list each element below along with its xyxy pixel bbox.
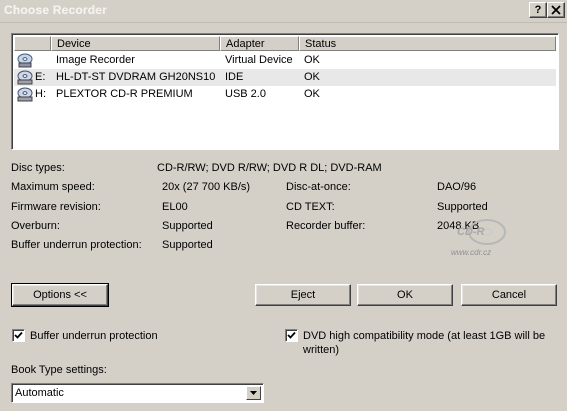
cdtext-value: Supported [437,201,488,213]
buffer-underrun-checkbox[interactable] [12,329,25,342]
device-status: OK [304,88,320,100]
device-adapter: Virtual Device [225,54,293,66]
device-adapter: IDE [225,71,244,83]
booktype-label: Book Type settings: [11,364,107,376]
watermark-text: CD-R [457,226,485,238]
eject-button[interactable]: Eject [255,284,351,306]
col-device-header[interactable]: Device [51,36,220,51]
drive-letter: H: [35,88,46,100]
max-speed-value: 20x (27 700 KB/s) [162,181,251,193]
ok-button[interactable]: OK [357,284,453,306]
firmware-label: Firmware revision: [11,201,101,213]
disc-types-label: Disc types: [11,162,65,174]
dao-value: DAO/96 [437,181,477,193]
device-status: OK [304,71,320,83]
list-item[interactable]: H: PLEXTOR CD-R PREMIUM USB 2.0 OK [14,86,556,103]
device-status: OK [304,54,320,66]
dao-label: Disc-at-once: [286,181,351,193]
col-icon-header[interactable] [14,36,51,51]
device-name: Image Recorder [56,54,135,66]
optical-drive-icon [17,87,33,102]
firmware-value: EL00 [162,201,188,213]
list-item[interactable]: E: HL-DT-ST DVDRAM GH20NS10 IDE OK [14,69,556,86]
dvd-compat-checkbox[interactable] [285,329,298,342]
drive-letter: E: [35,71,46,83]
booktype-select[interactable]: Automatic [11,383,264,403]
booktype-selected-value: Automatic [15,387,64,399]
underrun-label: Buffer underrun protection: [11,239,142,251]
close-button[interactable] [547,2,565,18]
image-recorder-icon [17,53,33,68]
col-status-header[interactable]: Status [299,36,556,51]
chevron-down-icon [250,391,257,395]
list-item[interactable]: Image Recorder Virtual Device OK [14,52,556,69]
help-button[interactable]: ? [529,2,547,18]
dvd-compat-label-line1[interactable]: DVD high compatibility mode (at least 1G… [303,330,545,342]
buffer-underrun-checkbox-label[interactable]: Buffer underrun protection [30,330,158,342]
device-name: PLEXTOR CD-R PREMIUM [56,88,193,100]
checkmark-icon [287,331,296,339]
close-icon [551,5,561,15]
optical-drive-icon [17,70,33,85]
col-adapter-header[interactable]: Adapter [220,36,299,51]
overburn-label: Overburn: [11,220,60,232]
device-name: HL-DT-ST DVDRAM GH20NS10 [56,71,216,83]
buffer-label: Recorder buffer: [286,220,366,232]
title-bar: Choose Recorder ? [0,0,567,23]
list-header: Device Adapter Status [14,36,556,52]
cdr-watermark-logo: CD-R www.cdr.cz [451,218,510,260]
watermark-url: www.cdr.cz [451,248,492,257]
cancel-button[interactable]: Cancel [461,284,557,306]
dvd-compat-label-line2[interactable]: written) [303,344,339,356]
underrun-value: Supported [162,239,213,251]
options-button[interactable]: Options << [11,283,109,307]
recorder-list[interactable]: Device Adapter Status Image Recorder Vir… [11,33,559,150]
dropdown-button[interactable] [246,386,261,400]
max-speed-label: Maximum speed: [11,181,95,193]
device-adapter: USB 2.0 [225,88,266,100]
checkmark-icon [14,331,23,339]
disc-types-value: CD-R/RW; DVD R/RW; DVD R DL; DVD-RAM [157,162,382,174]
overburn-value: Supported [162,220,213,232]
window-title: Choose Recorder [4,3,108,17]
cdtext-label: CD TEXT: [286,201,335,213]
